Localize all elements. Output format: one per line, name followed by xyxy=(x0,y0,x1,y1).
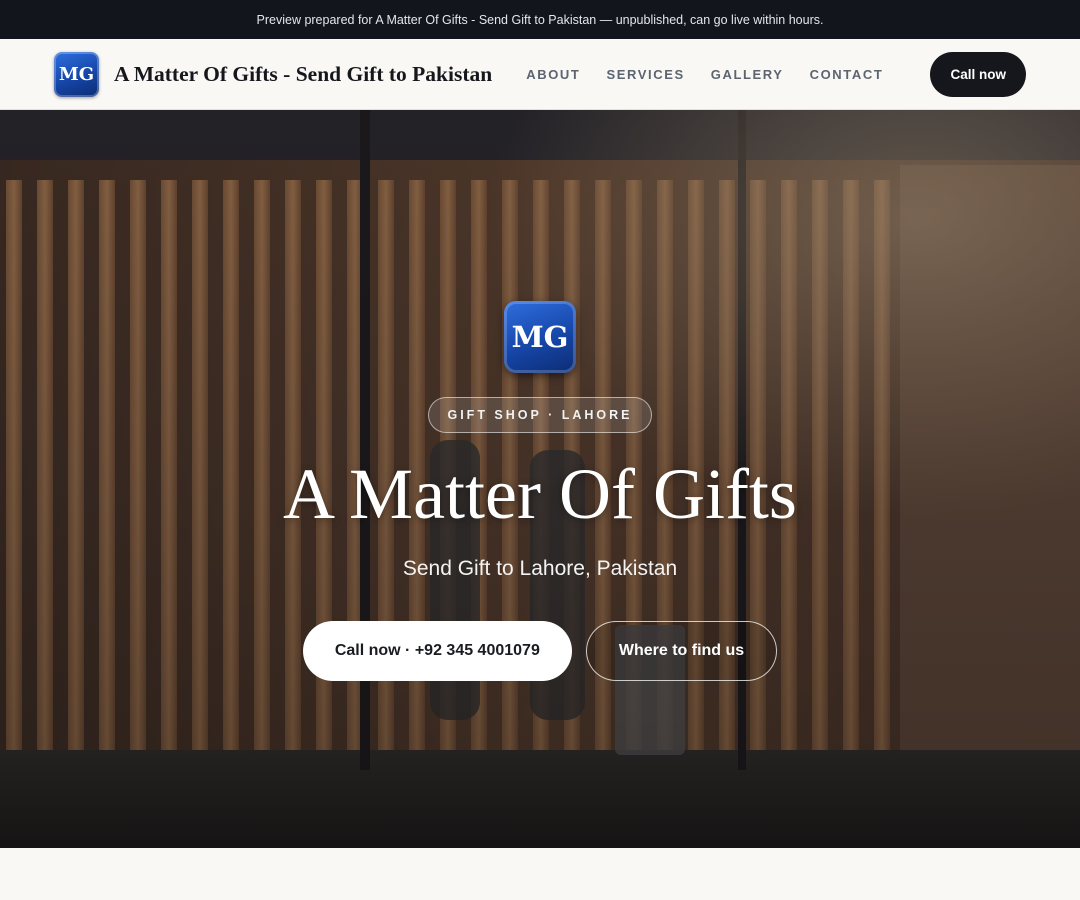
hero-actions: Call now · +92 345 4001079 Where to find… xyxy=(302,621,778,681)
hero-call-button[interactable]: Call now · +92 345 4001079 xyxy=(302,621,572,681)
hero-section: MG GIFT SHOP · LAHORE A Matter Of Gifts … xyxy=(0,110,1080,848)
brand-name: A Matter Of Gifts - Send Gift to Pakista… xyxy=(114,61,493,86)
brand[interactable]: MG A Matter Of Gifts - Send Gift to Paki… xyxy=(54,51,493,97)
nav-services[interactable]: SERVICES xyxy=(606,67,684,82)
preview-banner: Preview prepared for A Matter Of Gifts -… xyxy=(0,0,1080,39)
main-nav: ABOUT SERVICES GALLERY CONTACT xyxy=(526,67,883,82)
nav-about[interactable]: ABOUT xyxy=(526,67,580,82)
hero-title: A Matter Of Gifts xyxy=(283,454,797,534)
nav-contact[interactable]: CONTACT xyxy=(810,67,884,82)
nav-gallery[interactable]: GALLERY xyxy=(711,67,784,82)
hero-content: MG GIFT SHOP · LAHORE A Matter Of Gifts … xyxy=(0,110,1080,848)
preview-banner-text: Preview prepared for A Matter Of Gifts -… xyxy=(256,12,824,27)
hero-subtitle: Send Gift to Lahore, Pakistan xyxy=(402,557,678,580)
category-badge: GIFT SHOP · LAHORE xyxy=(428,397,652,433)
hero-logo-icon: MG xyxy=(504,301,576,373)
find-us-button[interactable]: Where to find us xyxy=(585,621,778,681)
site-header: MG A Matter Of Gifts - Send Gift to Paki… xyxy=(0,39,1080,110)
logo-icon: MG xyxy=(54,51,99,97)
header-call-button[interactable]: Call now xyxy=(930,51,1026,97)
